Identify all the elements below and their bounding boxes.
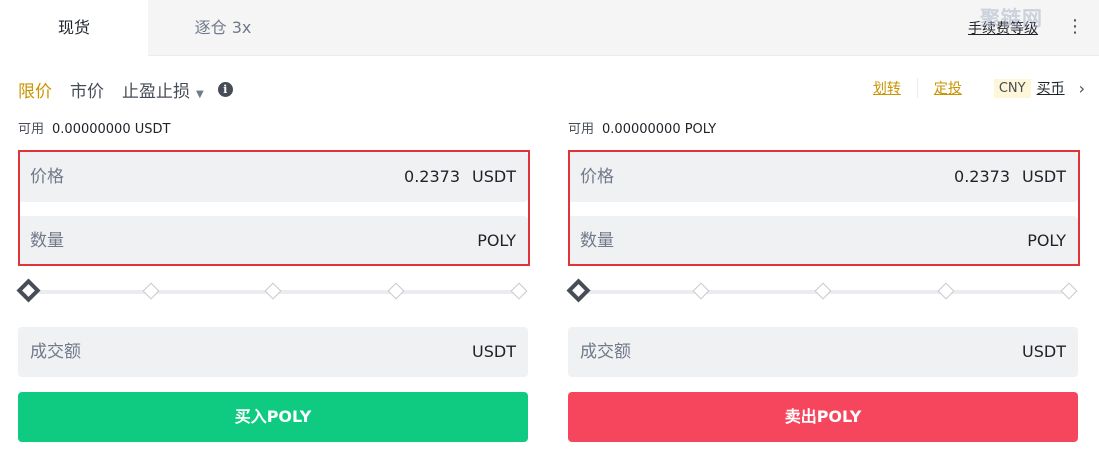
sell-total-input[interactable]: 成交额 USDT — [568, 327, 1078, 377]
slider-handle[interactable] — [566, 278, 591, 303]
slider-node-50[interactable] — [814, 282, 832, 300]
auto-invest-link[interactable]: 定投 — [918, 78, 978, 98]
buy-highlight-box — [18, 150, 530, 266]
buy-crypto-link[interactable]: 买币 — [1037, 78, 1065, 98]
order-type-market[interactable]: 市价 — [70, 77, 104, 102]
slider-node-75[interactable] — [387, 282, 405, 300]
sell-total-label: 成交额 — [580, 342, 631, 362]
transfer-link[interactable]: 划转 — [857, 78, 918, 98]
currency-badge[interactable]: CNY — [993, 78, 1031, 98]
order-type-stop-label: 止盈止损 — [122, 81, 190, 102]
buy-button[interactable]: 买入POLY — [18, 392, 528, 442]
slider-node-25[interactable] — [142, 282, 160, 300]
watermark: 聚链网 — [980, 6, 1043, 30]
sell-total-unit: USDT — [1022, 342, 1066, 361]
buy-available-value: 0.00000000 USDT — [52, 122, 171, 137]
top-links: 划转 定投 CNY 买币 › — [857, 76, 1085, 100]
slider-node-100[interactable] — [510, 282, 528, 300]
buy-total-input[interactable]: 成交额 USDT — [18, 327, 528, 377]
slider-node-75[interactable] — [937, 282, 955, 300]
sell-panel: 可用 0.00000000 POLY 价格 0.2373 USDT 数量 POLY… — [566, 120, 1080, 442]
slider-node-25[interactable] — [692, 282, 710, 300]
caret-down-icon: ▼ — [196, 88, 204, 100]
sell-available-value: 0.00000000 POLY — [602, 122, 717, 137]
sell-available: 可用 0.00000000 POLY — [568, 120, 1078, 140]
chevron-right-icon[interactable]: › — [1079, 79, 1085, 98]
tab-isolated-margin[interactable]: 逐仓 3x — [168, 0, 278, 56]
more-vertical-icon[interactable]: ⋮ — [1066, 16, 1084, 38]
order-type-selector: 限价 市价 止盈止损 ▼ i — [18, 76, 233, 102]
tab-bar: 现货 逐仓 3x 手续费等级 聚链网 ⋮ — [0, 0, 1099, 57]
buy-available-label: 可用 — [18, 122, 45, 137]
sell-amount-slider[interactable] — [566, 278, 1078, 303]
buy-available: 可用 0.00000000 USDT — [18, 120, 528, 140]
sell-button[interactable]: 卖出POLY — [568, 392, 1078, 442]
sell-highlight-box — [568, 150, 1080, 266]
buy-panel: 可用 0.00000000 USDT 价格 0.2373 USDT 数量 POLY… — [16, 120, 530, 442]
slider-node-100[interactable] — [1060, 282, 1078, 300]
order-type-limit[interactable]: 限价 — [18, 77, 52, 102]
buy-total-unit: USDT — [472, 342, 516, 361]
sell-available-label: 可用 — [568, 122, 595, 137]
slider-handle[interactable] — [16, 278, 41, 303]
info-icon[interactable]: i — [217, 81, 233, 97]
slider-node-50[interactable] — [264, 282, 282, 300]
buy-amount-slider[interactable] — [16, 278, 528, 303]
tab-spot[interactable]: 现货 — [0, 0, 148, 57]
buy-total-label: 成交额 — [30, 342, 81, 362]
order-type-stop[interactable]: 止盈止损 ▼ — [122, 77, 204, 102]
